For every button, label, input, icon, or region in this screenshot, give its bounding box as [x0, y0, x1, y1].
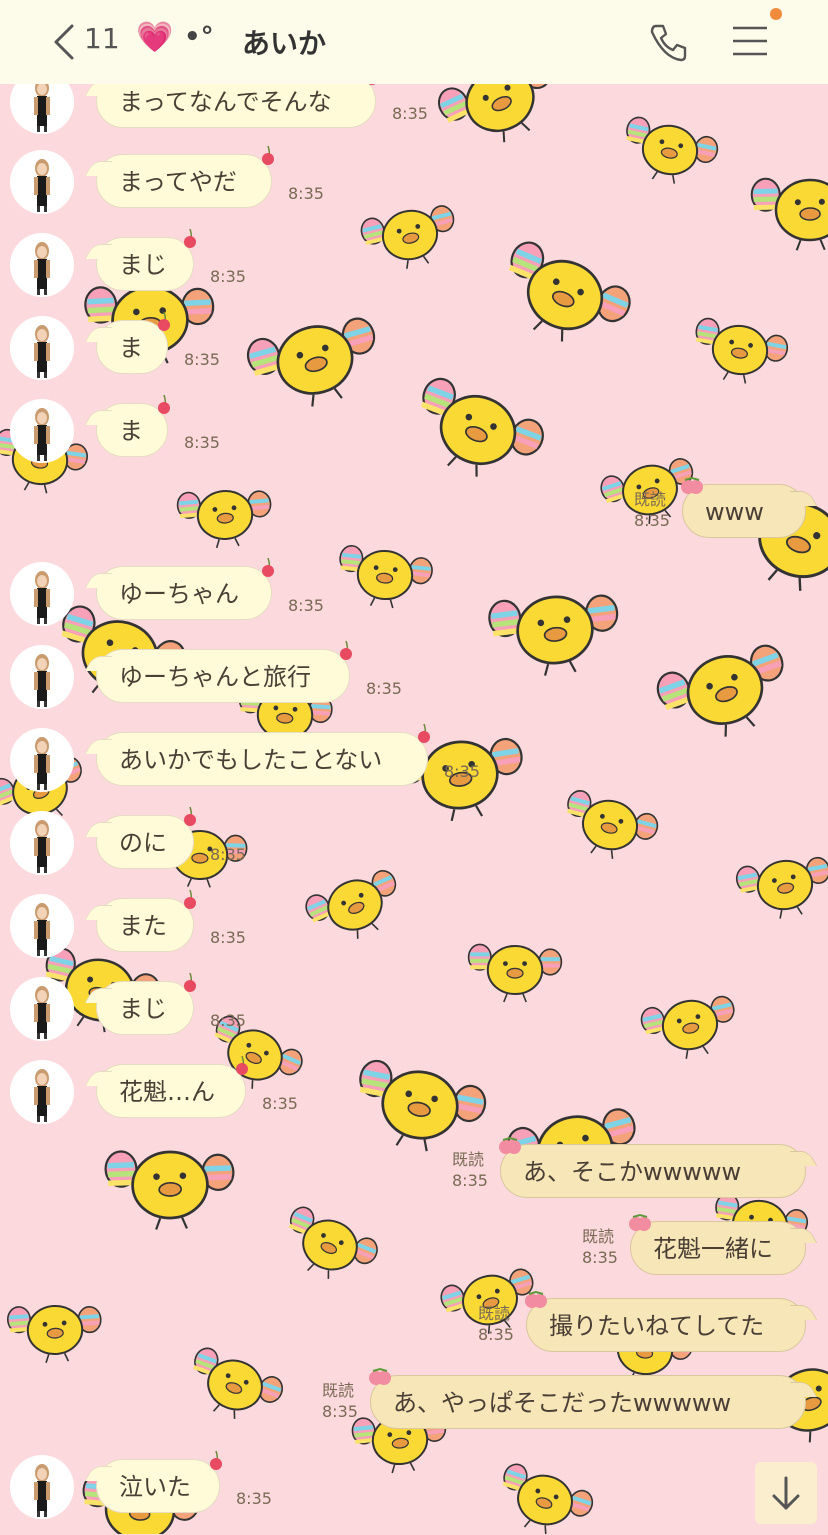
strawberry-icon — [524, 1290, 548, 1312]
chevron-left-icon[interactable] — [50, 22, 80, 62]
message-bubble[interactable]: あ、そこかwwwww — [500, 1144, 806, 1198]
title-decoration: •° — [184, 22, 214, 52]
notification-dot — [770, 8, 782, 20]
avatar[interactable] — [10, 894, 74, 958]
incoming-message: 泣いた 8:35 — [0, 1450, 828, 1535]
read-receipt: 既読 — [478, 1304, 511, 1323]
avatar[interactable] — [10, 728, 74, 792]
cherry-icon — [156, 393, 172, 415]
message-bubble[interactable]: 撮りたいねてしてた — [526, 1298, 806, 1352]
message-time: 8:35 — [366, 679, 402, 698]
message-bubble[interactable]: ゆーちゃんと旅行 — [96, 649, 350, 703]
message-bubble[interactable]: まじ — [96, 237, 194, 291]
heart-emoji: 💗 — [136, 20, 174, 55]
message-bubble[interactable]: また — [96, 898, 194, 952]
avatar[interactable] — [10, 811, 74, 875]
message-bubble[interactable]: 花魁一緒に — [630, 1221, 806, 1275]
incoming-message: まってやだ 8:35 — [0, 145, 828, 230]
outgoing-message: 撮りたいねてしてた 既読 8:35 — [0, 1290, 828, 1374]
message-time: 8:35 — [210, 928, 246, 947]
strawberry-icon — [628, 1213, 652, 1235]
incoming-message: また 8:35 — [0, 889, 828, 974]
back-unread-count[interactable]: 11 — [84, 22, 120, 55]
message-bubble[interactable]: あいかでもしたことない — [96, 732, 428, 786]
outgoing-message: あ、そこかwwwww 既読 8:35 — [0, 1136, 828, 1220]
message-bubble[interactable]: まってやだ — [96, 154, 272, 208]
cherry-icon — [182, 971, 198, 993]
message-time: 8:35 — [236, 1489, 272, 1508]
incoming-message: ゆーちゃん 8:35 — [0, 557, 828, 642]
cherry-icon — [208, 1449, 224, 1471]
message-bubble[interactable]: のに — [96, 815, 194, 869]
message-time: 8:35 — [210, 1011, 246, 1030]
incoming-message: 花魁…ん 8:35 — [0, 1055, 828, 1140]
message-time: 8:35 — [210, 845, 246, 864]
chat-header: 11 💗 •° あいか — [0, 0, 828, 84]
message-time: 8:35 — [210, 267, 246, 286]
incoming-message: ま 8:35 — [0, 394, 828, 479]
read-receipt: 既読 — [322, 1381, 355, 1400]
cherry-icon — [182, 227, 198, 249]
cherry-icon — [182, 888, 198, 910]
cherry-icon — [156, 310, 172, 332]
message-time: 8:35 — [184, 350, 220, 369]
incoming-message: まじ 8:35 — [0, 228, 828, 313]
message-bubble[interactable]: あ、やっぱそこだったwwwww — [370, 1375, 806, 1429]
message-time: 8:35 — [392, 104, 428, 123]
incoming-message: ゆーちゃんと旅行 8:35 — [0, 640, 828, 725]
cherry-icon — [338, 639, 354, 661]
message-time: 8:35 — [288, 184, 324, 203]
avatar[interactable] — [10, 562, 74, 626]
message-time: 8:35 — [262, 1094, 298, 1113]
avatar[interactable] — [10, 316, 74, 380]
chat-title[interactable]: あいか — [242, 22, 326, 62]
read-receipt: 既読 — [634, 490, 667, 509]
message-time: 8:35 — [582, 1248, 618, 1267]
avatar[interactable] — [10, 1455, 74, 1519]
message-bubble[interactable]: 花魁…ん — [96, 1064, 246, 1118]
message-time: 8:35 — [444, 762, 480, 781]
strawberry-icon — [680, 476, 704, 498]
avatar[interactable] — [10, 233, 74, 297]
message-time: 8:35 — [452, 1171, 488, 1190]
avatar[interactable] — [10, 645, 74, 709]
cherry-icon — [416, 722, 432, 744]
outgoing-message: 花魁一緒に 既読 8:35 — [0, 1213, 828, 1297]
arrow-down-icon — [772, 1476, 800, 1510]
outgoing-message: www 既読 8:35 — [0, 476, 828, 560]
strawberry-icon — [368, 1367, 392, 1389]
message-time: 8:35 — [288, 596, 324, 615]
incoming-message: あいかでもしたことない 8:35 — [0, 723, 828, 808]
cherry-icon — [182, 805, 198, 827]
message-bubble[interactable]: まじ — [96, 981, 194, 1035]
outgoing-message: あ、やっぱそこだったwwwww 既読 8:35 — [0, 1367, 828, 1451]
incoming-message: まじ 8:35 — [0, 972, 828, 1057]
message-time: 8:35 — [478, 1325, 514, 1344]
avatar[interactable] — [10, 150, 74, 214]
read-receipt: 既読 — [582, 1227, 615, 1246]
avatar[interactable] — [10, 399, 74, 463]
cherry-icon — [260, 556, 276, 578]
phone-icon[interactable] — [646, 20, 690, 64]
message-bubble[interactable]: 泣いた — [96, 1459, 220, 1513]
avatar[interactable] — [10, 977, 74, 1041]
cherry-icon — [260, 144, 276, 166]
read-receipt: 既読 — [452, 1150, 485, 1169]
message-time: 8:35 — [322, 1402, 358, 1421]
cherry-icon — [234, 1054, 250, 1076]
scroll-to-bottom-button[interactable] — [755, 1462, 817, 1524]
incoming-message: ま 8:35 — [0, 311, 828, 396]
avatar[interactable] — [10, 1060, 74, 1124]
strawberry-icon — [498, 1136, 522, 1158]
message-time: 8:35 — [184, 433, 220, 452]
message-bubble[interactable]: ゆーちゃん — [96, 566, 272, 620]
incoming-message: のに 8:35 — [0, 806, 828, 891]
message-time: 8:35 — [634, 511, 670, 530]
hamburger-menu-icon[interactable] — [730, 24, 770, 58]
